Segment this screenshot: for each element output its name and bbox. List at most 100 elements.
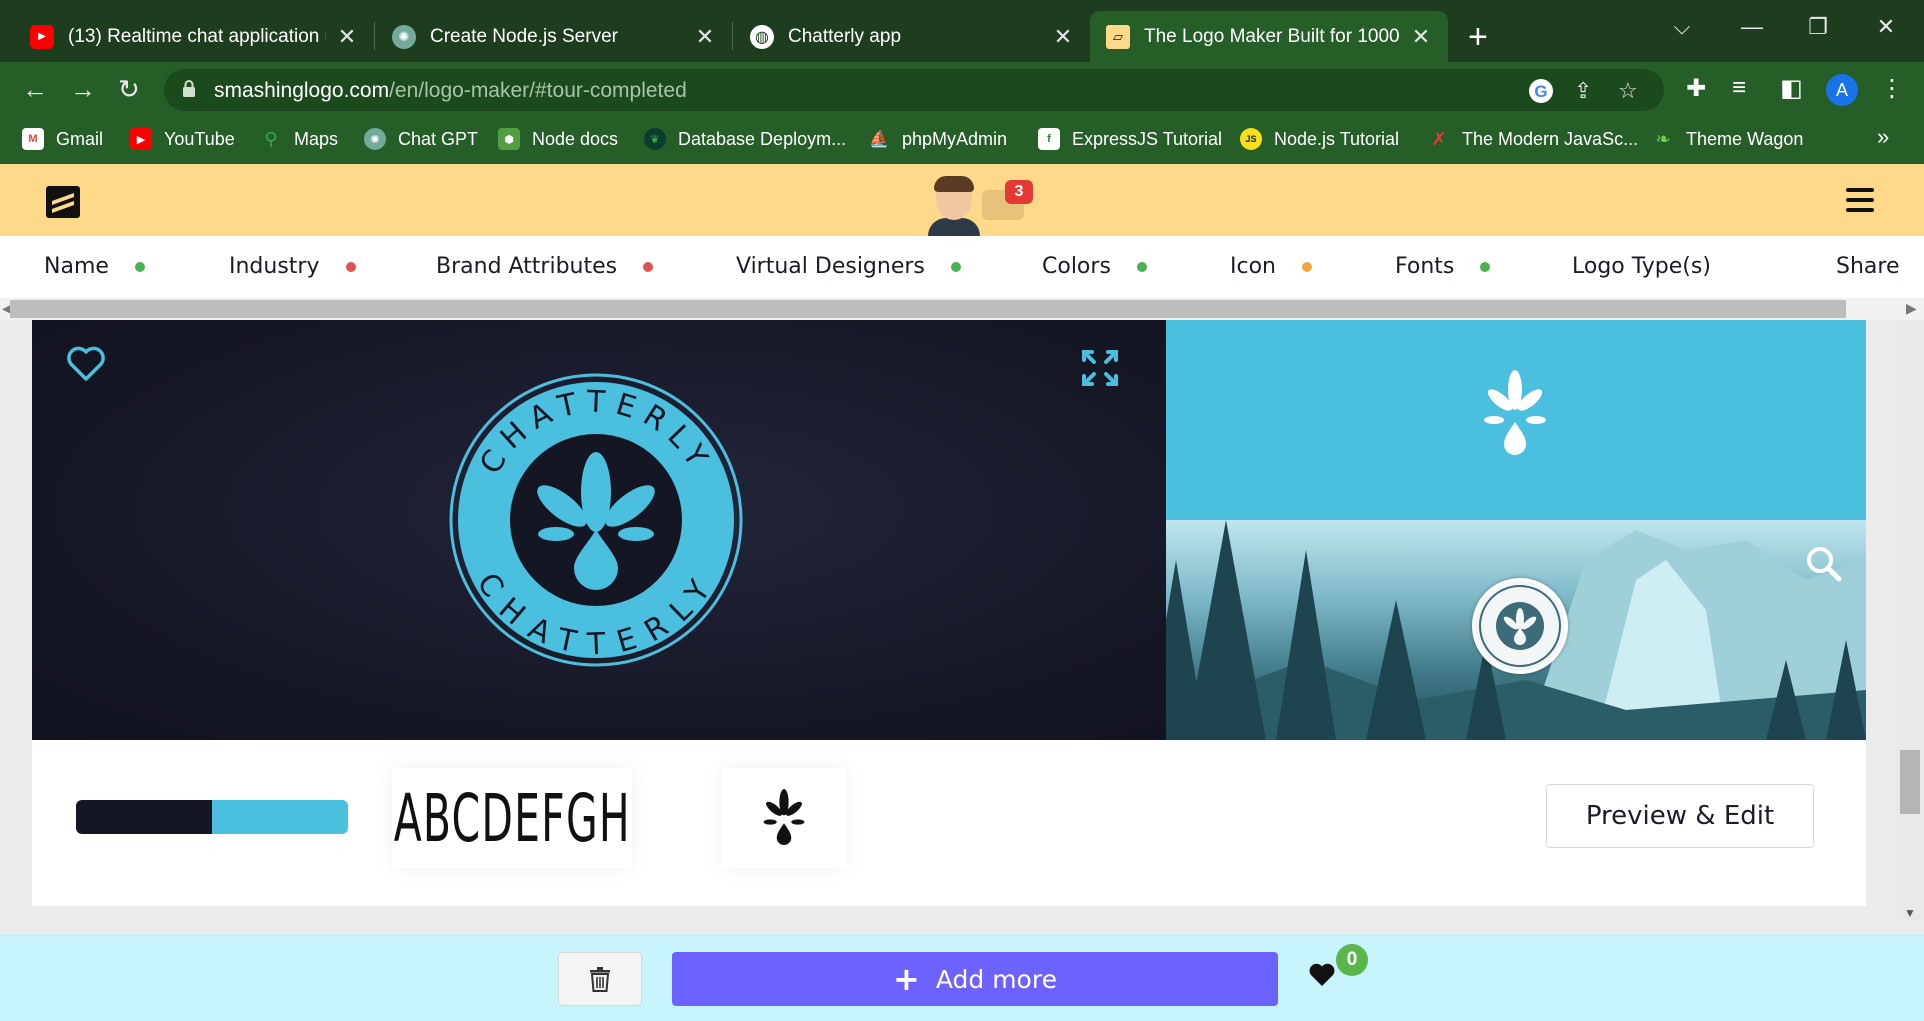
wizard-steps-nav: Name Industry Brand Attributes Virtual D…	[0, 236, 1924, 298]
tab-title: The Logo Maker Built for 1000+ |	[1144, 25, 1400, 47]
page-viewport: 3 Name Industry Brand Attributes Virtual…	[0, 164, 1924, 1021]
step-logo-types[interactable]: Logo Type(s)	[1572, 254, 1711, 279]
step-colors[interactable]: Colors	[1042, 254, 1147, 279]
tab-chatgpt[interactable]: ✺ Create Node.js Server ✕	[376, 11, 732, 62]
bookmark-theme-wagon[interactable]: ❧ Theme Wagon	[1652, 128, 1803, 150]
tab-search-chevron-icon[interactable]: ⌵	[1652, 14, 1712, 40]
favorites-count-badge: 0	[1336, 944, 1368, 976]
step-label: Industry	[229, 254, 320, 279]
url-bar[interactable]: smashinglogo.com/en/logo-maker/#tour-com…	[164, 69, 1664, 111]
icon-preview-blue[interactable]	[1166, 320, 1866, 520]
tab-title: (13) Realtime chat application usi	[68, 25, 326, 47]
hamburger-menu-icon[interactable]	[1846, 188, 1874, 214]
chatterly-emblem: CHATTERLY CHATTERLY	[449, 373, 743, 667]
step-fonts[interactable]: Fonts	[1395, 254, 1491, 279]
step-virtual-designers[interactable]: Virtual Designers	[736, 254, 961, 279]
preview-edit-button[interactable]: Preview & Edit	[1546, 784, 1814, 848]
bookmark-label: Theme Wagon	[1686, 128, 1804, 149]
step-status-dot	[1480, 261, 1491, 272]
vertical-scrollbar[interactable]: ▼	[1896, 320, 1924, 920]
svg-text:G: G	[1534, 82, 1547, 101]
scroll-down-icon[interactable]: ▼	[1904, 906, 1916, 920]
font-sample-tile[interactable]: ABCDEFGH	[392, 768, 632, 868]
side-panel-icon[interactable]: ◧	[1780, 74, 1803, 103]
bookmarks-overflow-icon[interactable]: »	[1877, 124, 1889, 150]
close-icon[interactable]: ✕	[1410, 24, 1432, 50]
bookmark-gmail[interactable]: M Gmail	[22, 128, 103, 150]
step-label: Brand Attributes	[436, 254, 618, 279]
add-more-button[interactable]: + Add more	[672, 952, 1278, 1006]
media-queue-icon[interactable]: ≡	[1732, 74, 1746, 102]
share-icon[interactable]: ⇪	[1574, 78, 1592, 104]
expand-fullscreen-icon[interactable]	[1080, 348, 1120, 388]
color-palette-swatches[interactable]	[76, 800, 348, 834]
step-label: Name	[44, 254, 109, 279]
bookmark-star-icon[interactable]: ☆	[1618, 78, 1638, 104]
browser-tab-strip: ▶ (13) Realtime chat application usi ✕ ✺…	[0, 0, 1924, 62]
step-name[interactable]: Name	[44, 254, 145, 279]
themewagon-icon: ❧	[1655, 128, 1671, 149]
step-label: Share	[1836, 254, 1900, 279]
phpmyadmin-icon: ⛵	[869, 131, 889, 148]
bookmark-label: The Modern JavaSc...	[1462, 128, 1639, 149]
action-footer: + Add more 0	[0, 934, 1924, 1021]
search-zoom-icon[interactable]	[1804, 544, 1844, 584]
vertical-scroll-thumb[interactable]	[1900, 750, 1920, 814]
step-industry[interactable]: Industry	[229, 254, 356, 279]
tab-chatterly[interactable]: ◍ Chatterly app ✕	[734, 11, 1090, 62]
smashinglogo-icon: ▱	[1106, 24, 1130, 49]
step-brand-attributes[interactable]: Brand Attributes	[436, 254, 654, 279]
mockup-preview-landscape[interactable]	[1166, 520, 1866, 740]
step-share[interactable]: Share	[1836, 254, 1900, 279]
minimize-icon[interactable]: —	[1722, 14, 1782, 40]
bookmark-modern-javascript[interactable]: ✗ The Modern JavaSc...	[1428, 128, 1638, 150]
express-icon: f	[1038, 128, 1060, 150]
favorites-heart-icon[interactable]	[1308, 962, 1336, 988]
gmail-icon: M	[22, 128, 44, 150]
bookmark-maps[interactable]: ⚲ Maps	[260, 128, 338, 150]
smashinglogo-logo-icon[interactable]	[46, 186, 80, 218]
window-close-icon[interactable]: ✕	[1856, 14, 1916, 40]
bookmark-expressjs[interactable]: f ExpressJS Tutorial	[1038, 128, 1222, 150]
profile-avatar[interactable]: A	[1826, 74, 1858, 106]
step-icon[interactable]: Icon	[1230, 254, 1312, 279]
icon-sample-tile[interactable]	[722, 768, 846, 868]
heart-outline-icon[interactable]	[66, 346, 106, 382]
bookmark-youtube[interactable]: ▶ YouTube	[130, 128, 235, 150]
delete-button[interactable]	[558, 952, 642, 1006]
bookmark-node-docs[interactable]: ⬢ Node docs	[498, 128, 618, 150]
horizontal-scroll-thumb[interactable]	[10, 300, 1846, 318]
horizontal-scrollbar[interactable]: ◀ ▶	[0, 298, 1924, 320]
bookmark-phpmyadmin[interactable]: ⛵ phpMyAdmin	[868, 128, 1007, 150]
bookmark-label: Maps	[294, 128, 339, 149]
close-icon[interactable]: ✕	[1052, 24, 1074, 50]
close-icon[interactable]: ✕	[336, 24, 358, 50]
chatgpt-icon: ✺	[392, 24, 416, 49]
extensions-icon[interactable]: ✚	[1686, 74, 1706, 103]
reload-icon[interactable]: ↻	[118, 74, 140, 105]
designer-avatar[interactable]	[926, 174, 982, 236]
logo-preview-dark[interactable]: CHATTERLY CHATTERLY	[32, 320, 1166, 740]
new-tab-icon[interactable]: +	[1468, 20, 1488, 54]
restore-icon[interactable]: ❐	[1788, 14, 1848, 40]
chatgpt-icon: ✺	[364, 128, 386, 150]
menu-kebab-icon[interactable]: ⋮	[1880, 74, 1904, 103]
bookmark-chatgpt[interactable]: ✺ Chat GPT	[364, 128, 478, 150]
swatch-blue	[212, 800, 348, 834]
google-icon[interactable]: G	[1528, 78, 1554, 110]
step-status-dot	[643, 261, 654, 272]
bookmark-label: Gmail	[56, 128, 104, 149]
close-icon[interactable]: ✕	[694, 24, 716, 50]
back-arrow-icon[interactable]: ←	[22, 74, 48, 105]
forward-arrow-icon[interactable]: →	[70, 74, 96, 105]
step-label: Logo Type(s)	[1572, 254, 1711, 279]
plus-icon: +	[893, 960, 920, 998]
bookmark-database[interactable]: ❦ Database Deploym...	[644, 128, 846, 150]
bookmark-nodejs-tutorial[interactable]: JS Node.js Tutorial	[1240, 128, 1399, 150]
tab-separator	[732, 22, 733, 50]
js-icon: JS	[1240, 128, 1262, 150]
scroll-right-icon[interactable]: ▶	[1906, 300, 1917, 317]
bookmark-label: phpMyAdmin	[902, 128, 1008, 149]
tab-logo-maker[interactable]: ▱ The Logo Maker Built for 1000+ | ✕	[1090, 11, 1448, 62]
tab-youtube[interactable]: ▶ (13) Realtime chat application usi ✕	[14, 11, 374, 62]
